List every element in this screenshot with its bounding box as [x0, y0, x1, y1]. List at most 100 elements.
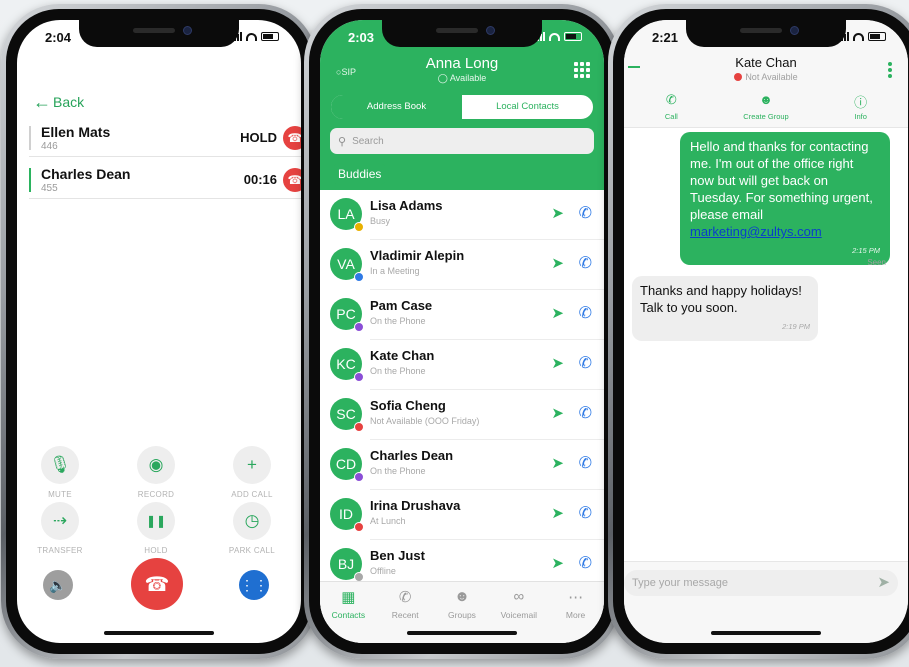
park-call-button[interactable]: ◷ PARK CALL [217, 502, 287, 555]
transfer-arrow-icon: ⇢ [41, 502, 79, 540]
seen-receipt: Seen [867, 258, 886, 267]
tab-address-book[interactable]: Address Book [331, 95, 462, 119]
user-presence[interactable]: ◯ Available [320, 73, 604, 84]
phone-icon: ✆ [665, 92, 677, 107]
contact-name: Vladimir Alepin [370, 248, 465, 263]
transfer-button[interactable]: ⇢ TRANSFER [25, 502, 95, 555]
contact-row[interactable]: PC Pam Case On the Phone ➤ ✆ [320, 290, 604, 340]
phone-call-icon[interactable]: ✆ [579, 203, 592, 223]
tab-contacts[interactable]: ▦ Contacts [320, 588, 377, 643]
search-input[interactable] [352, 135, 553, 147]
chat-actions: ✆ Call ☻ Create Group ⓘ Info [624, 92, 908, 121]
back-button[interactable]: ← Back [33, 93, 84, 111]
phone-contacts-screen: 2:03 ○SIP Anna Long ◯ Available Address … [304, 4, 620, 659]
record-button[interactable]: ◉ RECORD [121, 446, 191, 499]
send-message-icon[interactable]: ➤ [551, 304, 564, 322]
end-call-button[interactable]: ☎ [131, 558, 183, 610]
end-call-small-button[interactable]: ☎ [283, 168, 301, 192]
call-row-active[interactable]: Charles Dean 455 00:16 ☎ [29, 166, 301, 202]
hold-button[interactable]: ❚❚ HOLD [121, 502, 191, 555]
group-label-buddies[interactable]: Buddies [330, 163, 390, 185]
end-call-small-button[interactable]: ☎ [283, 126, 301, 150]
send-message-icon[interactable]: ➤ [551, 254, 564, 272]
create-group-button[interactable]: ☻ Create Group [719, 92, 814, 121]
presence-dot [354, 372, 364, 382]
pause-icon: ❚❚ [137, 502, 175, 540]
caller-ext: 455 [41, 183, 58, 194]
chat-contact-name: Kate Chan [735, 55, 797, 70]
status-time: 2:04 [45, 30, 72, 45]
notch [382, 20, 542, 47]
outgoing-message: Hello and thanks for contacting me. I'm … [680, 132, 890, 265]
keypad-icon: ⋮⋮ [240, 576, 268, 593]
send-icon[interactable]: ➤ [877, 573, 890, 591]
contact-name: Lisa Adams [370, 198, 443, 213]
directory-segmented-control: Address Book Local Contacts [330, 94, 594, 120]
battery-icon [261, 32, 279, 41]
contact-status: Offline [370, 566, 396, 576]
contact-row[interactable]: KC Kate Chan On the Phone ➤ ✆ [320, 340, 604, 390]
incoming-message: Thanks and happy holidays! Talk to you s… [632, 276, 818, 341]
contact-name: Charles Dean [370, 448, 454, 463]
group-icon: ☻ [759, 92, 773, 107]
phone-call-icon[interactable]: ✆ [579, 553, 592, 573]
contact-name: Kate Chan [370, 348, 435, 363]
presence-dot [354, 322, 364, 332]
contact-name: Ben Just [370, 548, 425, 563]
phone-call-icon[interactable]: ✆ [579, 303, 592, 323]
more-options-icon[interactable] [888, 62, 892, 78]
presence-dot [354, 522, 364, 532]
email-link[interactable]: marketing@zultys.com [690, 224, 822, 239]
call-row-held[interactable]: Ellen Mats 446 HOLD ☎ [29, 124, 301, 160]
keypad-button[interactable]: ⋮⋮ [239, 570, 269, 600]
info-button[interactable]: ⓘ Info [813, 92, 908, 121]
chat-contact-status: Not Available [624, 72, 908, 82]
call-action-button[interactable]: ✆ Call [624, 92, 719, 121]
contacts-screen: 2:03 ○SIP Anna Long ◯ Available Address … [320, 20, 604, 643]
tab-more[interactable]: ⋯ More [547, 588, 604, 643]
caller-name: Ellen Mats [41, 124, 111, 140]
contact-status: At Lunch [370, 516, 406, 526]
contact-row[interactable]: VA Vladimir Alepin In a Meeting ➤ ✆ [320, 240, 604, 290]
call-screen: 2:04 ← Back Ellen Mats 446 HOLD ☎ Charle… [17, 20, 301, 643]
notch [686, 20, 846, 47]
phone-call-icon[interactable]: ✆ [579, 453, 592, 473]
contact-row[interactable]: SC Sofia Cheng Not Available (OOO Friday… [320, 390, 604, 440]
add-call-button[interactable]: + ADD CALL [217, 446, 287, 499]
phone-call-icon[interactable]: ✆ [579, 503, 592, 523]
speaker-button[interactable]: 🔈 [43, 570, 73, 600]
message-input[interactable] [632, 577, 852, 589]
presence-dot [354, 472, 364, 482]
send-message-icon[interactable]: ➤ [551, 354, 564, 372]
contact-status: On the Phone [370, 316, 426, 326]
phone-call-icon[interactable]: ✆ [579, 353, 592, 373]
contact-status: In a Meeting [370, 266, 420, 276]
hang-up-icon: ☎ [144, 573, 170, 596]
contact-row[interactable]: LA Lisa Adams Busy ➤ ✆ [320, 190, 604, 240]
wifi-icon [853, 32, 864, 41]
contact-row[interactable]: ID Irina Drushava At Lunch ➤ ✆ [320, 490, 604, 540]
wifi-icon [549, 32, 560, 41]
call-state: HOLD [240, 130, 277, 145]
tab-local-contacts[interactable]: Local Contacts [462, 95, 593, 119]
send-message-icon[interactable]: ➤ [551, 554, 564, 572]
contact-name: Sofia Cheng [370, 398, 446, 413]
send-message-icon[interactable]: ➤ [551, 454, 564, 472]
caller-name: Charles Dean [41, 166, 131, 182]
caller-ext: 446 [41, 141, 58, 152]
chat-screen: 2:21 Kate Chan Not Available ✆ Call ☻ Cr… [624, 20, 908, 643]
speaker-icon: 🔈 [49, 576, 67, 593]
send-message-icon[interactable]: ➤ [551, 404, 564, 422]
contact-name: Irina Drushava [370, 498, 461, 513]
group-icon: ☻ [454, 588, 470, 605]
contact-status: On the Phone [370, 366, 426, 376]
dialpad-grid-icon[interactable] [574, 62, 590, 78]
phone-call-icon[interactable]: ✆ [579, 403, 592, 423]
message-time: 2:15 PM [852, 246, 880, 255]
plus-icon: + [233, 446, 271, 484]
send-message-icon[interactable]: ➤ [551, 204, 564, 222]
phone-call-icon[interactable]: ✆ [579, 253, 592, 273]
contact-row[interactable]: CD Charles Dean On the Phone ➤ ✆ [320, 440, 604, 490]
send-message-icon[interactable]: ➤ [551, 504, 564, 522]
mute-button[interactable]: 🎙 MUTE [25, 446, 95, 499]
